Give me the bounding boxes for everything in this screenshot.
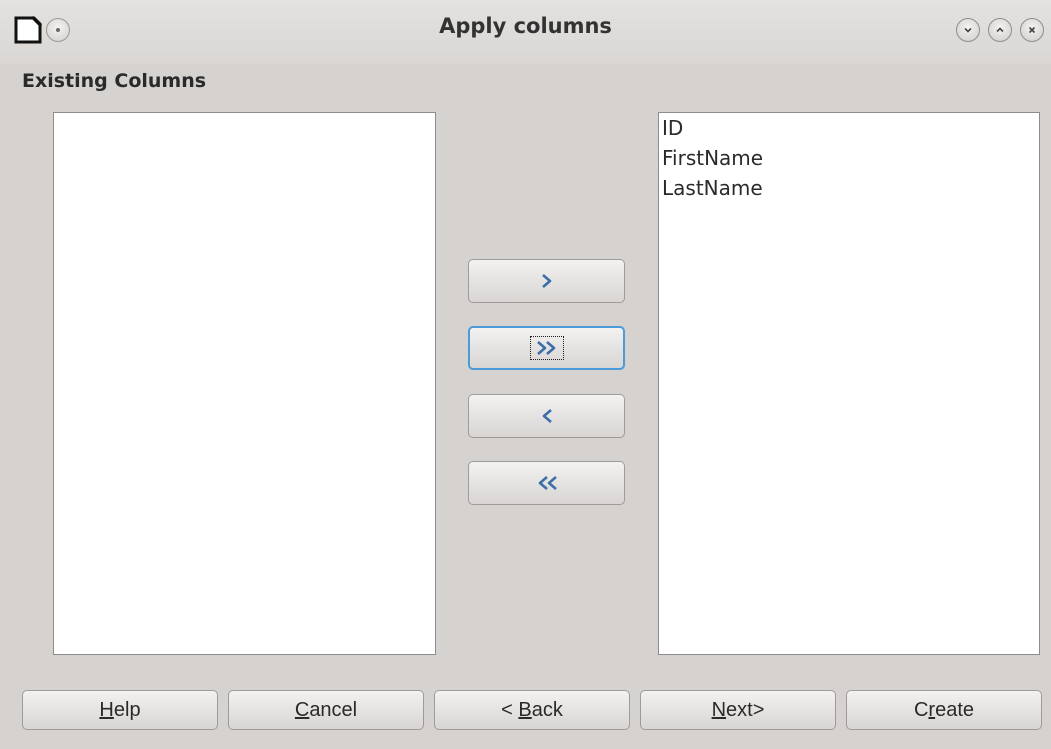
next-button[interactable]: Next>	[640, 690, 836, 730]
double-chevron-right-icon	[536, 341, 555, 355]
selected-columns-list[interactable]: ID FirstName LastName	[658, 112, 1040, 655]
create-button[interactable]: Cr eate	[846, 690, 1042, 730]
maximize-icon[interactable]	[988, 18, 1012, 42]
focus-indicator	[529, 336, 564, 360]
double-chevron-left-icon	[538, 476, 557, 490]
available-columns-list[interactable]	[53, 112, 436, 655]
move-all-right-button[interactable]	[468, 326, 625, 370]
cancel-button[interactable]: Cancel	[228, 690, 424, 730]
list-item[interactable]: FirstName	[659, 143, 1039, 173]
chevron-right-icon	[541, 274, 551, 288]
move-right-button[interactable]	[468, 259, 625, 303]
list-item[interactable]: LastName	[659, 173, 1039, 203]
close-icon[interactable]	[1020, 18, 1044, 42]
move-all-left-button[interactable]	[468, 461, 625, 505]
back-button[interactable]: < Back	[434, 690, 630, 730]
chevron-left-icon	[542, 409, 552, 423]
help-button[interactable]: Help	[22, 690, 218, 730]
existing-columns-label: Existing Columns	[22, 70, 207, 92]
title-bar: Apply columns	[0, 0, 1051, 64]
move-left-button[interactable]	[468, 394, 625, 438]
list-item[interactable]: ID	[659, 113, 1039, 143]
window-title: Apply columns	[439, 14, 612, 38]
minimize-icon[interactable]	[956, 18, 980, 42]
